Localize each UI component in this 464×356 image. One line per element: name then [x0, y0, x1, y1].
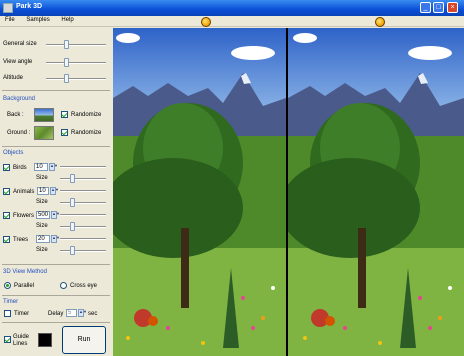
flowers-count-track[interactable]	[60, 214, 106, 216]
back-randomize-checkbox[interactable]	[61, 111, 68, 118]
menu-file[interactable]: File	[0, 16, 20, 23]
birds-checkbox[interactable]	[3, 164, 10, 171]
flowers-checkbox[interactable]	[3, 212, 10, 219]
maximize-button[interactable]: □	[433, 2, 444, 13]
objects-group-title: Objects	[3, 150, 24, 156]
separator	[2, 146, 110, 147]
general-size-slider-thumb[interactable]	[64, 40, 69, 49]
birds-count-spinner[interactable]: ▲▼	[49, 163, 58, 171]
view-angle-label: View angle	[3, 59, 33, 65]
cross-eye-label: Cross eye	[70, 283, 98, 289]
view-method-group-title: 3D View Method	[3, 269, 47, 275]
menu-bar: File Samples Help	[0, 16, 464, 27]
flowers-size-label: Size	[36, 223, 48, 229]
ground-image-preview[interactable]	[34, 126, 54, 140]
trees-checkbox[interactable]	[3, 236, 10, 243]
birds-size-track[interactable]	[60, 178, 106, 180]
animals-size-track[interactable]	[60, 202, 106, 204]
trees-size-label: Size	[36, 247, 48, 253]
altitude-label: Altitude	[3, 75, 24, 81]
animals-checkbox[interactable]	[3, 188, 10, 195]
animals-count-spinner[interactable]: ▲▼	[50, 187, 59, 195]
right-scene-image	[288, 28, 464, 356]
animals-size-slider-thumb[interactable]	[70, 198, 75, 207]
view-angle-track[interactable]	[46, 62, 106, 64]
flowers-count-spinner[interactable]: ▲▼	[51, 211, 60, 219]
back-randomize-label: Randomize	[71, 112, 102, 118]
background-group-title: Background	[3, 96, 36, 102]
timer-checkbox[interactable]	[4, 310, 11, 317]
birds-size-slider-thumb[interactable]	[70, 174, 75, 183]
run-button[interactable]: Run	[62, 326, 106, 354]
flowers-size-track[interactable]	[60, 226, 106, 228]
window-title: Park 3D	[16, 3, 43, 10]
separator	[2, 295, 110, 296]
trees-count-input[interactable]: 20	[36, 235, 50, 243]
close-button[interactable]: ×	[447, 2, 458, 13]
birds-count-track[interactable]	[60, 166, 106, 168]
birds-label: Birds	[13, 165, 27, 171]
menu-samples[interactable]: Samples	[21, 16, 54, 23]
animals-count-input[interactable]: 10	[37, 187, 49, 195]
trees-count-spinner[interactable]: ▲▼	[51, 235, 60, 243]
right-guide-marker-icon	[375, 17, 385, 27]
minimize-button[interactable]: _	[420, 2, 431, 13]
ground-randomize-checkbox[interactable]	[61, 129, 68, 136]
animals-size-label: Size	[36, 199, 48, 205]
trees-label: Trees	[13, 237, 29, 243]
trees-count-track[interactable]	[60, 238, 106, 240]
animals-label: Animals	[13, 189, 35, 195]
parallel-label: Parallel	[14, 283, 35, 289]
birds-size-label: Size	[36, 175, 48, 181]
timer-label: Timer	[14, 311, 30, 317]
delay-spinner[interactable]: ▲▼	[78, 309, 87, 317]
guide-lines-checkbox[interactable]	[4, 336, 11, 343]
flowers-size-slider-thumb[interactable]	[70, 222, 75, 231]
guide-lines-label-line2: Lines	[13, 341, 28, 347]
flowers-label: Flowers	[13, 213, 35, 219]
delay-input[interactable]: 5	[66, 309, 77, 317]
sec-label: sec	[88, 311, 98, 317]
delay-label: Delay	[48, 311, 64, 317]
separator	[2, 264, 110, 265]
ground-randomize-label: Randomize	[71, 130, 102, 136]
flowers-count-input[interactable]: 500	[36, 211, 50, 219]
general-size-track[interactable]	[46, 44, 106, 46]
right-eye-view	[288, 28, 464, 356]
birds-count-input[interactable]: 10	[34, 163, 48, 171]
trees-size-slider-thumb[interactable]	[70, 246, 75, 255]
app-icon	[3, 3, 13, 13]
back-image-preview[interactable]	[34, 108, 54, 122]
separator	[2, 90, 110, 91]
altitude-track[interactable]	[46, 78, 106, 80]
guide-color-swatch[interactable]	[38, 333, 52, 347]
timer-group-title: Timer	[3, 299, 19, 305]
left-eye-view	[113, 28, 286, 356]
ground-label: Ground :	[7, 130, 31, 136]
view-angle-slider-thumb[interactable]	[64, 58, 69, 67]
back-label: Back :	[7, 112, 24, 118]
animals-count-track[interactable]	[60, 190, 106, 192]
altitude-slider-thumb[interactable]	[64, 74, 69, 83]
cross-eye-radio[interactable]	[60, 282, 67, 289]
control-panel: General size View angle Altitude Backgro…	[0, 28, 113, 356]
general-size-label: General size	[3, 41, 37, 47]
separator	[2, 322, 110, 323]
title-bar: Park 3D _ □ ×	[0, 0, 464, 16]
trees-size-track[interactable]	[60, 250, 106, 252]
menu-help[interactable]: Help	[56, 16, 78, 23]
left-guide-marker-icon	[201, 17, 211, 27]
parallel-radio[interactable]	[4, 282, 11, 289]
guide-lines-label-line1: Guide	[13, 334, 30, 340]
left-scene-image	[113, 28, 286, 356]
